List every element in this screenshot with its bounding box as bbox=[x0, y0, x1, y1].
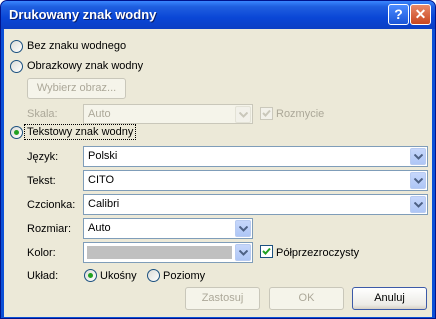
size-dropdown[interactable]: Auto bbox=[83, 218, 253, 239]
font-value: Calibri bbox=[88, 198, 120, 210]
radio-no-watermark[interactable] bbox=[10, 40, 23, 53]
select-picture-button[interactable]: Wybierz obraz... bbox=[27, 78, 126, 99]
no-watermark-label[interactable]: Bez znaku wodnego bbox=[27, 40, 126, 52]
radio-text-watermark[interactable] bbox=[10, 126, 23, 139]
scale-dropdown[interactable]: Auto bbox=[83, 104, 253, 124]
scale-label: Skala: bbox=[27, 108, 58, 120]
title-bar[interactable]: Drukowany znak wodny ? ✕ bbox=[1, 1, 435, 29]
text-label: Tekst: bbox=[27, 175, 56, 187]
cancel-button[interactable]: Anuluj bbox=[352, 287, 427, 310]
dialog-body: Bez znaku wodnego Obrazkowy znak wodny W… bbox=[4, 29, 432, 317]
semitransparent-checkbox[interactable] bbox=[260, 245, 273, 258]
font-dropdown[interactable]: Calibri bbox=[83, 194, 428, 215]
washout-checkbox[interactable] bbox=[260, 107, 273, 120]
language-value: Polski bbox=[88, 150, 118, 162]
dialog-window: Drukowany znak wodny ? ✕ Bez znaku wodne… bbox=[0, 0, 436, 319]
washout-label: Rozmycie bbox=[276, 108, 325, 120]
radio-selected-dot bbox=[14, 130, 19, 135]
color-swatch bbox=[87, 246, 232, 259]
text-watermark-label[interactable]: Tekstowy znak wodny bbox=[27, 126, 133, 138]
size-label: Rozmiar: bbox=[27, 223, 72, 235]
language-dropdown[interactable]: Polski bbox=[83, 146, 428, 167]
layout-diagonal-label[interactable]: Ukośny bbox=[100, 270, 137, 282]
text-combobox[interactable]: CITO bbox=[83, 170, 428, 191]
ok-button[interactable]: OK bbox=[269, 287, 344, 310]
color-label: Kolor: bbox=[27, 247, 56, 259]
checkmark-icon bbox=[262, 247, 271, 255]
radio-picture-watermark[interactable] bbox=[10, 60, 23, 73]
close-button[interactable]: ✕ bbox=[410, 4, 431, 25]
font-label: Czcionka: bbox=[27, 199, 76, 211]
picture-watermark-label[interactable]: Obrazkowy znak wodny bbox=[27, 60, 143, 72]
color-dropdown[interactable] bbox=[83, 242, 253, 263]
scale-value: Auto bbox=[88, 108, 111, 120]
chevron-down-icon[interactable] bbox=[410, 148, 426, 165]
chevron-down-icon[interactable] bbox=[235, 244, 251, 261]
chevron-down-icon[interactable] bbox=[410, 172, 426, 189]
text-value: CITO bbox=[88, 174, 115, 186]
semitransparent-label[interactable]: Półprzezroczysty bbox=[276, 247, 359, 259]
chevron-down-icon[interactable] bbox=[235, 220, 251, 237]
layout-horizontal-label[interactable]: Poziomy bbox=[163, 270, 205, 282]
radio-selected-dot bbox=[88, 273, 93, 278]
layout-label: Układ: bbox=[27, 270, 59, 282]
radio-layout-horizontal[interactable] bbox=[147, 269, 160, 282]
chevron-down-icon[interactable] bbox=[235, 106, 251, 123]
apply-button[interactable]: Zastosuj bbox=[185, 287, 260, 310]
chevron-down-icon[interactable] bbox=[410, 196, 426, 213]
language-label: Język: bbox=[27, 151, 59, 163]
window-title: Drukowany znak wodny bbox=[9, 7, 157, 22]
help-button[interactable]: ? bbox=[388, 4, 409, 25]
radio-layout-diagonal[interactable] bbox=[84, 269, 97, 282]
checkmark-icon bbox=[262, 109, 271, 117]
size-value: Auto bbox=[88, 222, 111, 234]
